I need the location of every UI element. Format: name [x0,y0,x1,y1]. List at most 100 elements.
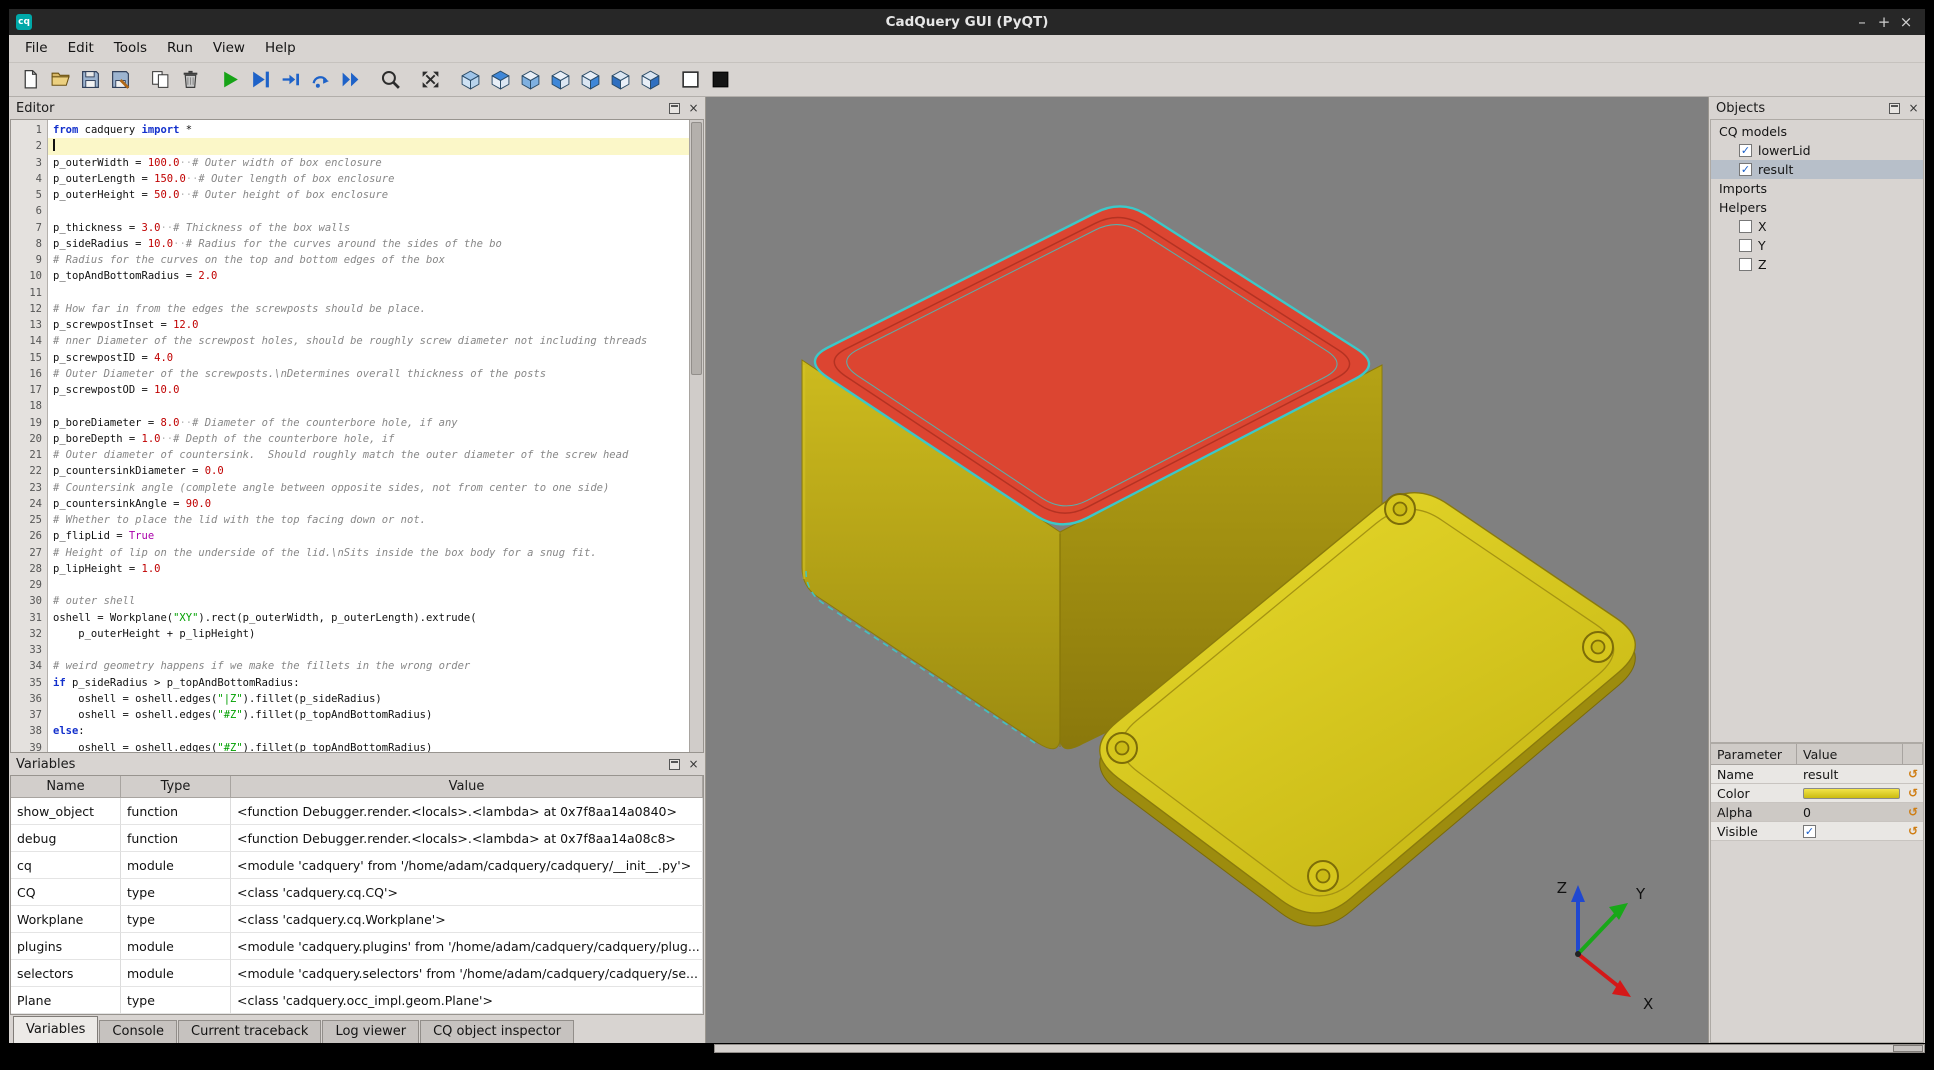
menu-view[interactable]: View [203,35,255,62]
code-line: p_outerHeight + p_lipHeight) [53,626,689,642]
save-as-button[interactable] [105,65,135,95]
tab-console[interactable]: Console [99,1020,177,1043]
param-value[interactable] [1797,822,1903,840]
tree-item-x[interactable]: X [1711,217,1923,236]
continue-button[interactable] [335,65,365,95]
reset-icon[interactable]: ↺ [1903,803,1923,821]
copy-icon [150,69,171,90]
render-button[interactable] [215,65,245,95]
resize-grip[interactable] [1893,1045,1923,1052]
param-value[interactable] [1797,784,1903,802]
checkbox-lowerlid[interactable] [1739,144,1752,157]
close-icon[interactable]: × [687,102,700,114]
editor-scrollbar[interactable] [689,120,703,752]
code-line: p_screwpostOD = 10.0 [53,382,689,398]
bottom-tab-bar: VariablesConsoleCurrent tracebackLog vie… [9,1015,705,1043]
float-icon[interactable] [1889,103,1900,114]
column-header-value[interactable]: Value [231,776,703,798]
float-icon[interactable] [669,103,680,114]
delete-button[interactable] [175,65,205,95]
tab-log-viewer[interactable]: Log viewer [322,1020,419,1043]
color-swatch[interactable] [1803,788,1900,799]
code-editor[interactable]: 1234567891011121314151617181920212223242… [10,119,704,753]
code-line: p_topAndBottomRadius = 2.0 [53,268,689,284]
variables-panel: Variables × NameTypeValue show_objectfun… [9,753,705,1015]
objects-panel-title: Objects [1716,101,1765,116]
close-icon[interactable]: × [1907,102,1920,114]
copy-button[interactable] [145,65,175,95]
tab-variables[interactable]: Variables [13,1016,98,1043]
3d-viewport[interactable]: Z Y X [705,97,1709,1043]
code-line: # outer shell [53,593,689,609]
checkbox-x[interactable] [1739,220,1752,233]
tree-item-label: lowerLid [1758,143,1811,158]
tree-item-z[interactable]: Z [1711,255,1923,274]
open-button[interactable] [45,65,75,95]
reset-icon[interactable]: ↺ [1903,784,1923,802]
code-area[interactable]: from cadquery import *p_outerWidth = 100… [48,120,689,752]
menu-edit[interactable]: Edit [58,35,104,62]
tree-item-result[interactable]: result [1711,160,1923,179]
new-button[interactable] [15,65,45,95]
menu-file[interactable]: File [15,35,58,62]
tab-current-traceback[interactable]: Current traceback [178,1020,321,1043]
visible-checkbox[interactable] [1803,825,1816,838]
table-cell: debug [11,825,121,852]
view-iso-button[interactable] [455,65,485,95]
debug-button[interactable] [245,65,275,95]
menu-help[interactable]: Help [255,35,306,62]
table-row[interactable]: debugfunction<function Debugger.render.<… [11,825,703,852]
column-header-type[interactable]: Type [121,776,231,798]
code-line [53,577,689,593]
minimize-button[interactable]: – [1851,13,1873,31]
table-row[interactable]: pluginsmodule<module 'cadquery.plugins' … [11,933,703,960]
tree-item-label: Z [1758,257,1767,272]
line-number: 34 [11,658,47,674]
code-line: p_lipHeight = 1.0 [53,561,689,577]
close-icon[interactable]: × [687,758,700,770]
table-row[interactable]: selectorsmodule<module 'cadquery.selecto… [11,960,703,987]
menu-tools[interactable]: Tools [104,35,157,62]
menu-run[interactable]: Run [157,35,203,62]
code-line: oshell = oshell.edges("#Z").fillet(p_top… [53,740,689,753]
save-button[interactable] [75,65,105,95]
tab-cq-object-inspector[interactable]: CQ object inspector [420,1020,574,1043]
view-top-button[interactable] [485,65,515,95]
close-button[interactable]: × [1895,13,1917,31]
view-back-button[interactable] [635,65,665,95]
step-into-button[interactable] [275,65,305,95]
checkbox-y[interactable] [1739,239,1752,252]
zoom-button[interactable] [375,65,405,95]
fit-button[interactable] [415,65,445,95]
step-over-button[interactable] [305,65,335,95]
column-header-name[interactable]: Name [11,776,121,798]
table-row[interactable]: Workplanetype<class 'cadquery.cq.Workpla… [11,906,703,933]
reset-icon[interactable]: ↺ [1903,822,1923,840]
checkbox-result[interactable] [1739,163,1752,176]
maximize-button[interactable]: + [1873,13,1895,31]
view-left-button[interactable] [545,65,575,95]
table-row[interactable]: cqmodule<module 'cadquery' from '/home/a… [11,852,703,879]
view-front-button[interactable] [605,65,635,95]
line-number: 38 [11,723,47,739]
table-cell: module [121,960,231,987]
float-icon[interactable] [669,759,680,770]
view-bottom-button[interactable] [515,65,545,95]
table-cell: <class 'cadquery.cq.CQ'> [231,879,703,906]
table-row[interactable]: CQtype<class 'cadquery.cq.CQ'> [11,879,703,906]
line-number: 21 [11,447,47,463]
table-cell: <module 'cadquery.plugins' from '/home/a… [231,933,703,960]
view-right-button[interactable] [575,65,605,95]
line-number: 14 [11,333,47,349]
wireframe-button[interactable] [675,65,705,95]
tree-item-lowerlid[interactable]: lowerLid [1711,141,1923,160]
table-row[interactable]: Planetype<class 'cadquery.occ_impl.geom.… [11,987,703,1014]
checkbox-z[interactable] [1739,258,1752,271]
tree-item-y[interactable]: Y [1711,236,1923,255]
code-line: # How far in from the edges the screwpos… [53,301,689,317]
scrollbar-thumb[interactable] [691,122,702,375]
reset-icon[interactable]: ↺ [1903,765,1923,783]
table-row[interactable]: show_objectfunction<function Debugger.re… [11,798,703,825]
objects-panel-header: Objects × [1709,97,1925,119]
shaded-button[interactable] [705,65,735,95]
